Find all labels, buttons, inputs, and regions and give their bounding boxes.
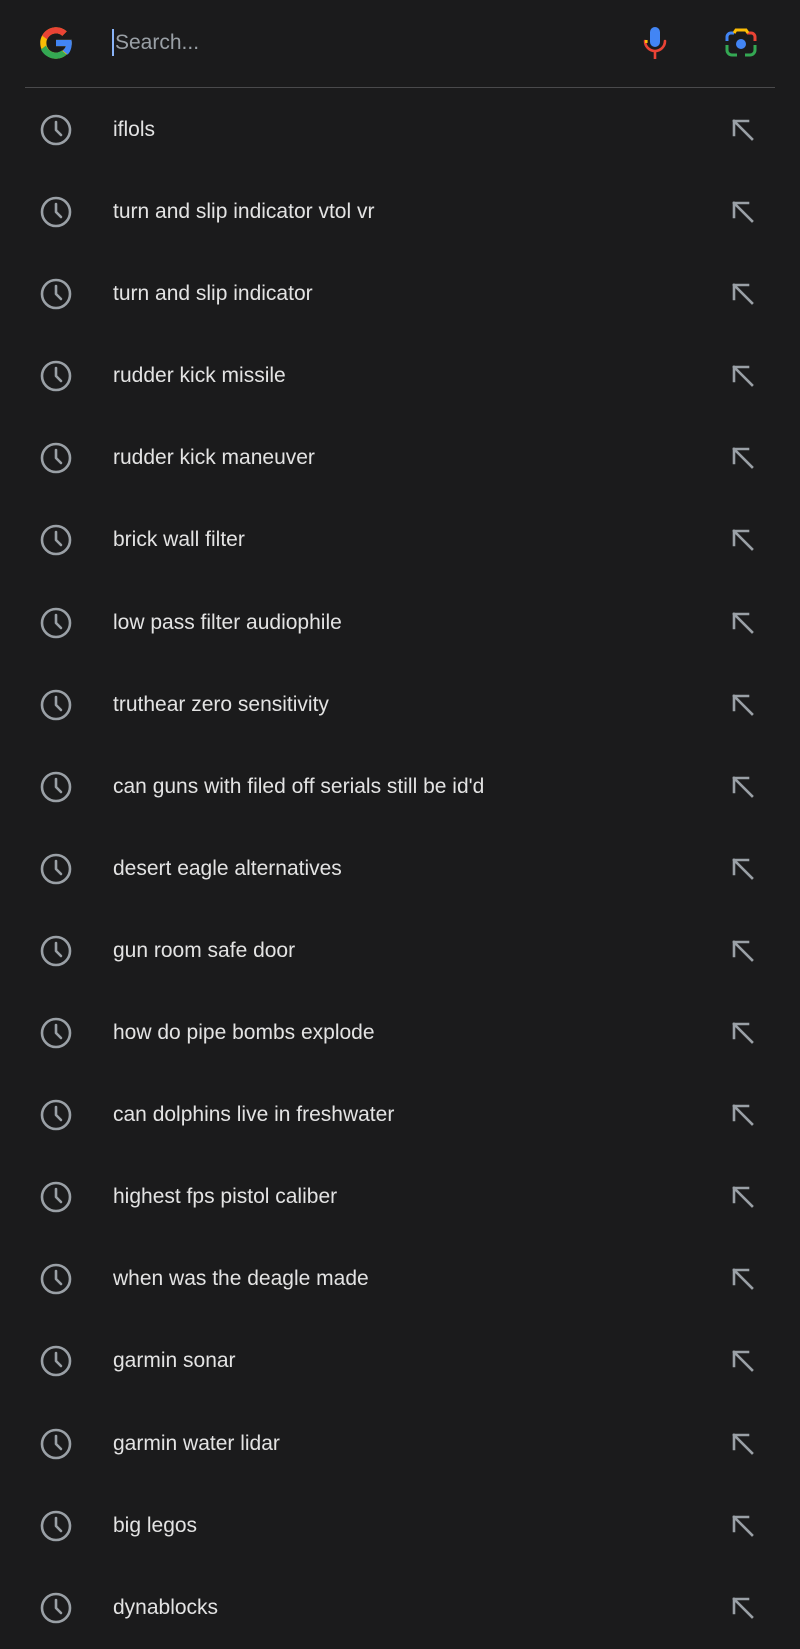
arrow-up-left-icon[interactable]: [731, 857, 755, 881]
suggestion-label: can dolphins live in freshwater: [113, 1103, 395, 1127]
suggestion-label: truthear zero sensitivity: [113, 692, 329, 716]
suggestion-label: desert eagle alternatives: [113, 856, 342, 880]
clock-icon: [40, 853, 72, 885]
arrow-up-left-icon[interactable]: [731, 446, 755, 470]
arrow-up-left-icon[interactable]: [731, 1103, 755, 1127]
clock-icon: [40, 1017, 72, 1049]
arrow-up-left-icon[interactable]: [731, 118, 755, 142]
suggestion-item[interactable]: when was the deagle made: [0, 1238, 800, 1320]
suggestion-item[interactable]: can guns with filed off serials still be…: [0, 746, 800, 828]
suggestion-item[interactable]: garmin water lidar: [0, 1403, 800, 1485]
suggestion-label: big legos: [113, 1513, 198, 1537]
suggestion-label: gun room safe door: [113, 938, 296, 962]
suggestion-label: turn and slip indicator vtol vr: [113, 200, 375, 224]
clock-icon: [40, 1264, 72, 1295]
arrow-up-left-icon[interactable]: [731, 693, 755, 717]
suggestion-item[interactable]: turn and slip indicator: [0, 253, 800, 335]
suggestion-item[interactable]: dynablocks: [0, 1567, 800, 1649]
suggestion-label: low pass filter audiophile: [113, 610, 342, 634]
arrow-up-left-icon[interactable]: [731, 1349, 755, 1373]
clock-icon: [40, 1510, 72, 1541]
clock-icon: [40, 1181, 72, 1213]
suggestion-list: iflols turn and slip indicator vtol vr t…: [0, 89, 800, 1649]
suggestion-item[interactable]: low pass filter audiophile: [0, 582, 800, 664]
suggestion-item[interactable]: brick wall filter: [0, 499, 800, 581]
arrow-up-left-icon[interactable]: [731, 1267, 755, 1291]
suggestion-label: dynablocks: [113, 1595, 219, 1619]
clock-icon: [40, 443, 72, 474]
clock-icon: [40, 1592, 72, 1623]
arrow-up-left-icon[interactable]: [731, 1185, 755, 1209]
clock-icon: [40, 1428, 72, 1459]
suggestion-label: rudder kick missile: [113, 364, 286, 388]
suggestion-label: turn and slip indicator: [113, 282, 313, 306]
suggestion-label: garmin water lidar: [113, 1431, 280, 1455]
clock-icon: [40, 607, 72, 638]
suggestion-item[interactable]: big legos: [0, 1485, 800, 1567]
clock-icon: [40, 689, 72, 720]
clock-icon: [40, 1346, 72, 1377]
suggestion-item[interactable]: garmin sonar: [0, 1320, 800, 1402]
google-logo-icon: [40, 27, 74, 59]
suggestion-item[interactable]: gun room safe door: [0, 910, 800, 992]
arrow-up-left-icon[interactable]: [731, 1514, 755, 1538]
suggestion-label: when was the deagle made: [113, 1267, 369, 1291]
arrow-up-left-icon[interactable]: [731, 775, 755, 799]
search-bar: [25, 0, 775, 88]
clock-icon: [40, 196, 72, 228]
search-input[interactable]: [113, 24, 635, 62]
clock-icon: [40, 360, 72, 392]
arrow-up-left-icon[interactable]: [731, 528, 755, 552]
suggestion-label: garmin sonar: [113, 1349, 236, 1373]
suggestion-item[interactable]: can dolphins live in freshwater: [0, 1074, 800, 1156]
arrow-up-left-icon[interactable]: [731, 1432, 755, 1456]
suggestion-label: highest fps pistol caliber: [113, 1185, 338, 1209]
arrow-up-left-icon[interactable]: [731, 200, 755, 224]
arrow-up-left-icon[interactable]: [731, 1021, 755, 1045]
suggestion-label: can guns with filed off serials still be…: [113, 774, 485, 798]
suggestion-item[interactable]: how do pipe bombs explode: [0, 992, 800, 1074]
suggestion-item[interactable]: desert eagle alternatives: [0, 828, 800, 910]
clock-icon: [40, 525, 72, 556]
clock-icon: [40, 771, 72, 803]
suggestion-item[interactable]: turn and slip indicator vtol vr: [0, 171, 800, 253]
suggestion-item[interactable]: rudder kick missile: [0, 335, 800, 417]
suggestion-item[interactable]: rudder kick maneuver: [0, 417, 800, 499]
suggestion-item[interactable]: truthear zero sensitivity: [0, 664, 800, 746]
google-lens-icon[interactable]: [725, 27, 757, 59]
clock-icon: [40, 1099, 72, 1131]
arrow-up-left-icon[interactable]: [731, 939, 755, 963]
arrow-up-left-icon[interactable]: [731, 1596, 755, 1620]
suggestion-label: iflols: [113, 118, 156, 141]
microphone-icon[interactable]: [641, 26, 669, 60]
arrow-up-left-icon[interactable]: [731, 611, 755, 635]
clock-icon: [40, 114, 72, 146]
suggestion-item[interactable]: iflols: [0, 89, 800, 171]
arrow-up-left-icon[interactable]: [731, 282, 755, 306]
suggestion-item[interactable]: highest fps pistol caliber: [0, 1156, 800, 1238]
suggestion-label: rudder kick maneuver: [113, 446, 315, 470]
suggestion-label: brick wall filter: [113, 528, 245, 552]
arrow-up-left-icon[interactable]: [731, 364, 755, 388]
clock-icon: [40, 935, 72, 967]
clock-icon: [40, 278, 72, 310]
suggestion-label: how do pipe bombs explode: [113, 1021, 375, 1045]
